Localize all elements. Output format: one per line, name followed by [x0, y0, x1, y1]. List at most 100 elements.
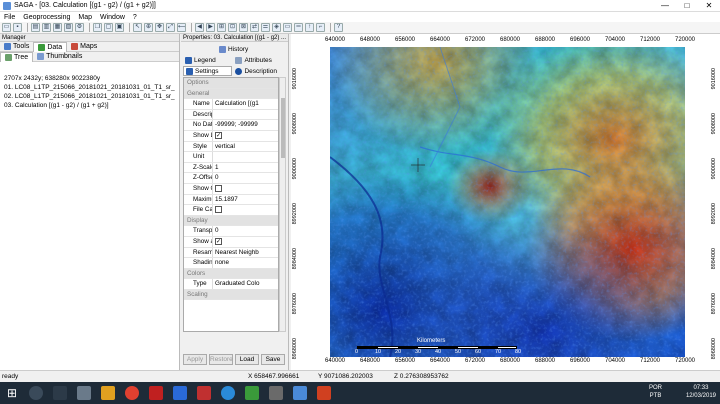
menu-file[interactable]: File	[0, 14, 19, 21]
grid-row-value[interactable]: 1	[213, 163, 278, 173]
grid-row[interactable]: Show Cel	[184, 183, 278, 195]
checkbox[interactable]	[215, 185, 222, 193]
calculator-icon[interactable]	[77, 386, 91, 400]
grid-row-value[interactable]: vertical	[213, 142, 278, 152]
forward-icon[interactable]: ▶	[206, 23, 215, 32]
scrollbar-thumb[interactable]	[281, 98, 285, 158]
grid-row[interactable]: Maximun15.1897	[184, 194, 278, 206]
grid-row[interactable]: ResampliNearest Neighb	[184, 247, 278, 259]
settings-tab[interactable]: Settings	[183, 66, 233, 76]
cascade-icon[interactable]: ❐	[93, 23, 102, 32]
grid-row[interactable]: Transpar0	[184, 226, 278, 237]
attributes-tab[interactable]: Attributes	[233, 55, 282, 65]
grid-row[interactable]: Unit	[184, 152, 278, 163]
grid-row[interactable]: Name Calculation [(g1	[184, 99, 278, 110]
maximize-button[interactable]: □	[676, 0, 698, 12]
north-arrow-icon[interactable]: ↑	[305, 23, 314, 32]
ruler-icon[interactable]: ⌐	[316, 23, 325, 32]
zoom-icon[interactable]: ⊕	[144, 23, 153, 32]
back-icon[interactable]: ◀	[195, 23, 204, 32]
tab-tools[interactable]: Tools	[0, 42, 33, 52]
3d-view-icon[interactable]: ◈	[272, 23, 281, 32]
save-icon[interactable]: ▪	[13, 23, 22, 32]
scalebar-icon[interactable]: ═	[294, 23, 303, 32]
grid-row[interactable]: Z-Offset0	[184, 173, 278, 184]
grid-row-value[interactable]: Graduated Colo	[213, 279, 278, 289]
zoom-full-icon[interactable]: ⊞	[217, 23, 226, 32]
grid-row-value[interactable]	[213, 110, 278, 120]
grid-row[interactable]: Style vertical	[184, 141, 278, 153]
zoom-active-icon[interactable]: ⊡	[228, 23, 237, 32]
grid-row[interactable]: File Cach	[184, 205, 278, 216]
description-tab[interactable]: Description	[233, 66, 282, 76]
file-explorer-icon[interactable]	[101, 386, 115, 400]
grid-row[interactable]: Show at a	[184, 236, 278, 248]
grid-row-value[interactable]	[213, 237, 278, 247]
messages-icon[interactable]: ▧	[64, 23, 73, 32]
search-icon[interactable]	[29, 386, 43, 400]
menu-help[interactable]: ?	[129, 14, 141, 21]
open-icon[interactable]: ▭	[2, 23, 11, 32]
tree-item-band4[interactable]: 01. LC08_L1TP_215066_20181021_20181031_0…	[4, 83, 175, 92]
raster-map-canvas[interactable]: Kilometers 0 10 20 30 40 50 60 70 80	[330, 47, 685, 357]
synchronize-icon[interactable]: ⇄	[250, 23, 259, 32]
grid-row-value[interactable]: 15.1897	[213, 195, 278, 205]
grid-row[interactable]: No Data-99999; -99999	[184, 120, 278, 131]
app-icon[interactable]	[269, 386, 283, 400]
system-clock[interactable]: 07:33 12/03/2019	[686, 384, 716, 400]
grid-row-value[interactable]: 0	[213, 173, 278, 183]
grid-row[interactable]: Z-Scale 1	[184, 162, 278, 174]
grid-row-value[interactable]	[213, 131, 278, 141]
tile-icon[interactable]: ▢	[104, 23, 113, 32]
tree-item-band5[interactable]: 02. LC08_L1TP_215066_20181021_20181031_0…	[4, 92, 175, 101]
history-tab[interactable]: History	[183, 44, 286, 54]
tab-maps[interactable]: Maps	[67, 42, 101, 52]
property-grid-scrollbar[interactable]	[279, 77, 286, 332]
checkbox[interactable]	[215, 238, 222, 246]
ndvi-raster-image[interactable]	[330, 47, 685, 357]
menu-map[interactable]: Map	[74, 14, 96, 21]
properties-toggle-icon[interactable]: ▥	[42, 23, 51, 32]
restore-button[interactable]: Restore	[209, 354, 233, 365]
legend-tab[interactable]: Legend	[183, 55, 232, 65]
task-view-icon[interactable]	[53, 386, 67, 400]
menu-geoprocessing[interactable]: Geoprocessing	[19, 14, 74, 21]
word-icon[interactable]	[173, 386, 187, 400]
checkbox[interactable]	[215, 206, 222, 214]
powerpoint-icon[interactable]	[197, 386, 211, 400]
grid-row[interactable]: Descripti	[184, 109, 278, 121]
legend-icon[interactable]: ☰	[261, 23, 270, 32]
load-button[interactable]: Load	[235, 354, 259, 365]
zoom-selection-icon[interactable]: ⊠	[239, 23, 248, 32]
grid-row[interactable]: Type Graduated Colo	[184, 279, 278, 290]
pointer-icon[interactable]: ↖	[133, 23, 142, 32]
tab-thumbnails[interactable]: Thumbnails	[33, 52, 86, 62]
settings-icon[interactable]: ⚙	[75, 23, 84, 32]
acrobat-icon[interactable]	[149, 386, 163, 400]
manager-toggle-icon[interactable]: ▤	[31, 23, 40, 32]
grid-row-value[interactable]	[213, 152, 278, 162]
grid-row-value[interactable]	[213, 205, 278, 215]
save-button[interactable]: Save	[261, 354, 285, 365]
zoom-extent-icon[interactable]: ⤢	[166, 23, 175, 32]
checkbox[interactable]	[215, 132, 222, 140]
grid-row-value[interactable]: -99999; -99999	[213, 120, 278, 130]
minimize-button[interactable]: —	[654, 0, 676, 12]
distance-icon[interactable]: ⟷	[177, 23, 186, 32]
qgis-icon[interactable]	[245, 386, 259, 400]
tree-system-node[interactable]: 2707x 2432y; 638280x 9022380y	[4, 74, 175, 83]
tab-data[interactable]: Data	[33, 41, 68, 52]
tab-tree[interactable]: Tree	[0, 51, 34, 62]
window-icon[interactable]: ▣	[115, 23, 124, 32]
chrome-icon[interactable]	[125, 386, 139, 400]
menu-window[interactable]: Window	[96, 14, 129, 21]
language-indicator[interactable]: POR PTB	[649, 384, 662, 400]
skype-icon[interactable]	[221, 386, 235, 400]
camtasia-icon[interactable]	[317, 386, 331, 400]
grid-row[interactable]: Show Leg	[184, 130, 278, 142]
pan-icon[interactable]: ✥	[155, 23, 164, 32]
close-button[interactable]: ✕	[698, 0, 720, 12]
grid-row-value[interactable]	[213, 184, 278, 194]
help-icon[interactable]: ?	[334, 23, 343, 32]
grid-row[interactable]: Shadingnone	[184, 258, 278, 269]
